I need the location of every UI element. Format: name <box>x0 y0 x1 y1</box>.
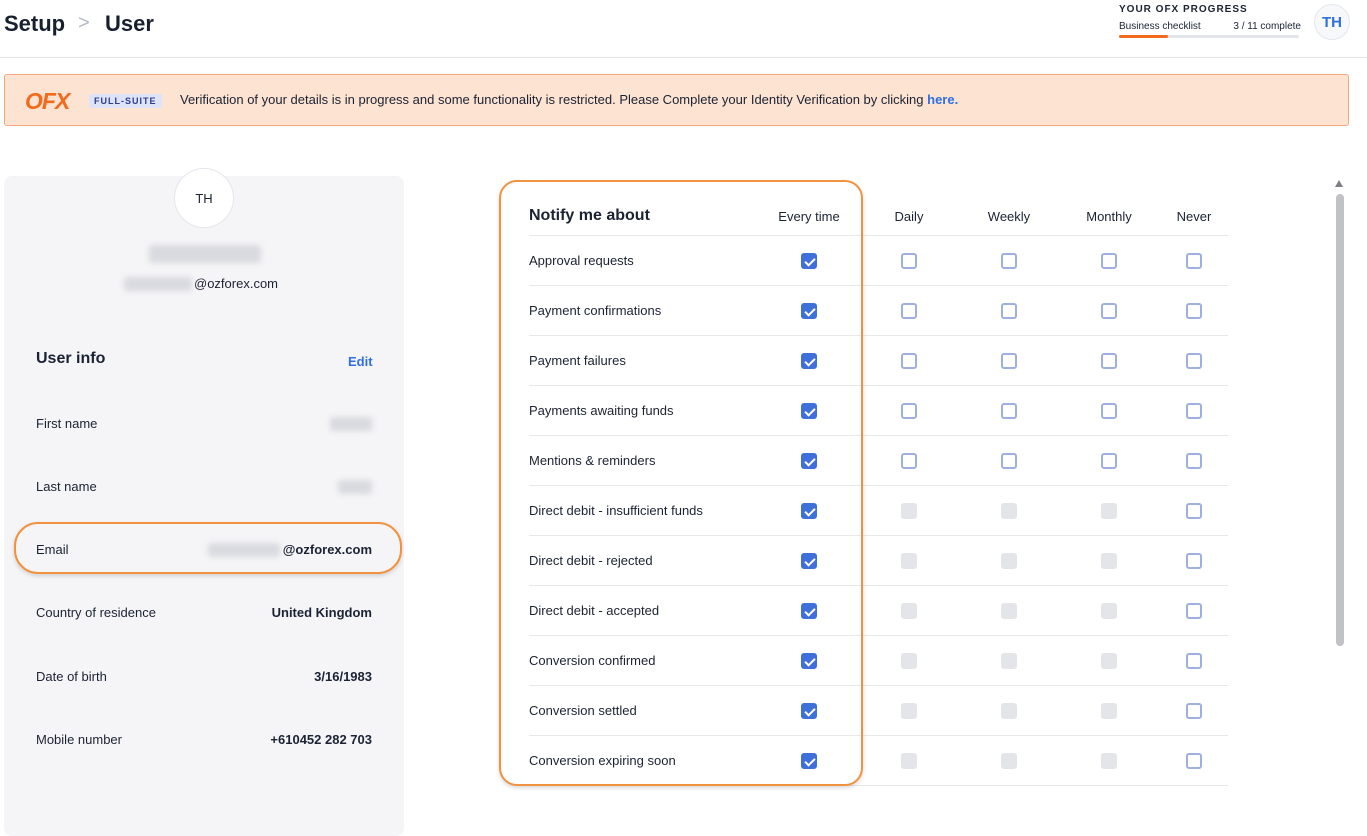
checkbox-daily <box>901 753 917 769</box>
field-last-name: Last name <box>36 479 372 494</box>
user-profile-panel: TH @ozforex.com User info Edit First nam… <box>4 168 404 836</box>
checkbox-daily[interactable] <box>901 403 917 419</box>
edit-user-info-link[interactable]: Edit <box>348 354 373 369</box>
checkbox-weekly[interactable] <box>1001 303 1017 319</box>
field-value <box>330 416 372 431</box>
checkbox-monthly[interactable] <box>1101 403 1117 419</box>
checkbox-monthly[interactable] <box>1101 353 1117 369</box>
checkbox-weekly <box>1001 553 1017 569</box>
progress-label: Business checklist <box>1119 21 1201 32</box>
ofx-progress-widget[interactable]: YOUR OFX PROGRESS Business checklist 3 /… <box>1119 4 1301 38</box>
checkbox-daily[interactable] <box>901 303 917 319</box>
profile-email: @ozforex.com <box>124 276 278 291</box>
progress-title: YOUR OFX PROGRESS <box>1119 4 1248 15</box>
banner-message-text: Verification of your details is in progr… <box>180 92 928 107</box>
checkbox-never[interactable] <box>1186 703 1202 719</box>
field-label: Country of residence <box>36 605 156 620</box>
verification-banner: OFX FULL-SUITE Verification of your deta… <box>4 74 1349 126</box>
checkbox-monthly <box>1101 503 1117 519</box>
user-info-title: User info <box>36 350 106 367</box>
checkbox-never[interactable] <box>1186 653 1202 669</box>
ofx-logo: OFX <box>25 88 70 114</box>
every-time-column-highlight <box>499 180 863 786</box>
checkbox-never[interactable] <box>1186 603 1202 619</box>
field-value: +610452 282 703 <box>270 732 372 747</box>
breadcrumb-current: User <box>105 11 154 36</box>
checkbox-weekly[interactable] <box>1001 353 1017 369</box>
checkbox-never[interactable] <box>1186 253 1202 269</box>
field-date-of-birth: Date of birth 3/16/1983 <box>36 669 372 684</box>
checkbox-weekly[interactable] <box>1001 453 1017 469</box>
checkbox-weekly <box>1001 653 1017 669</box>
field-label: First name <box>36 416 98 431</box>
field-first-name: First name <box>36 416 372 431</box>
checkbox-monthly <box>1101 603 1117 619</box>
column-weekly: Weekly <box>987 209 1031 224</box>
checkbox-never[interactable] <box>1186 303 1202 319</box>
checkbox-monthly <box>1101 753 1117 769</box>
value-redacted <box>338 479 372 494</box>
progress-bar-fill <box>1119 35 1168 38</box>
checkbox-daily <box>901 603 917 619</box>
checkbox-never[interactable] <box>1186 553 1202 569</box>
user-avatar[interactable]: TH <box>1314 4 1350 40</box>
checkbox-monthly <box>1101 653 1117 669</box>
checkbox-never[interactable] <box>1186 453 1202 469</box>
checkbox-daily[interactable] <box>901 353 917 369</box>
progress-count: 3 / 11 complete <box>1233 21 1301 32</box>
verification-link[interactable]: here. <box>927 92 958 107</box>
checkbox-never[interactable] <box>1186 503 1202 519</box>
column-daily: Daily <box>894 209 924 224</box>
page-header: Setup > User YOUR OFX PROGRESS Business … <box>0 0 1367 58</box>
scrollbar-thumb[interactable] <box>1336 194 1344 646</box>
field-label: Last name <box>36 479 97 494</box>
breadcrumb-setup[interactable]: Setup <box>4 11 65 37</box>
field-country: Country of residence United Kingdom <box>36 605 372 620</box>
field-mobile-number: Mobile number +610452 282 703 <box>36 732 372 747</box>
checkbox-never[interactable] <box>1186 403 1202 419</box>
checkbox-daily <box>901 653 917 669</box>
checkbox-weekly[interactable] <box>1001 253 1017 269</box>
field-value <box>338 479 372 494</box>
checkbox-weekly <box>1001 603 1017 619</box>
profile-email-domain: @ozforex.com <box>194 276 278 291</box>
progress-bar <box>1119 35 1299 38</box>
checkbox-daily[interactable] <box>901 453 917 469</box>
column-never: Never <box>1176 209 1212 224</box>
checkbox-monthly[interactable] <box>1101 453 1117 469</box>
checkbox-weekly <box>1001 703 1017 719</box>
email-redacted <box>124 276 192 291</box>
checkbox-monthly <box>1101 703 1117 719</box>
field-value: United Kingdom <box>271 605 372 620</box>
scroll-up-arrow-icon[interactable] <box>1335 180 1343 187</box>
profile-avatar: TH <box>174 168 234 228</box>
full-suite-badge: FULL-SUITE <box>89 94 162 108</box>
profile-name-redacted <box>149 245 261 263</box>
checkbox-daily <box>901 553 917 569</box>
checkbox-daily <box>901 703 917 719</box>
banner-message: Verification of your details is in progr… <box>180 92 958 107</box>
checkbox-daily[interactable] <box>901 253 917 269</box>
email-highlight <box>14 522 402 574</box>
checkbox-monthly[interactable] <box>1101 253 1117 269</box>
breadcrumb-separator: > <box>78 12 90 34</box>
value-redacted <box>330 416 372 431</box>
field-value: 3/16/1983 <box>314 669 372 684</box>
checkbox-weekly <box>1001 753 1017 769</box>
checkbox-monthly <box>1101 553 1117 569</box>
checkbox-monthly[interactable] <box>1101 303 1117 319</box>
field-label: Mobile number <box>36 732 122 747</box>
checkbox-never[interactable] <box>1186 353 1202 369</box>
checkbox-weekly[interactable] <box>1001 403 1017 419</box>
checkbox-weekly <box>1001 503 1017 519</box>
checkbox-daily <box>901 503 917 519</box>
column-monthly: Monthly <box>1086 209 1132 224</box>
checkbox-never[interactable] <box>1186 753 1202 769</box>
field-label: Date of birth <box>36 669 107 684</box>
